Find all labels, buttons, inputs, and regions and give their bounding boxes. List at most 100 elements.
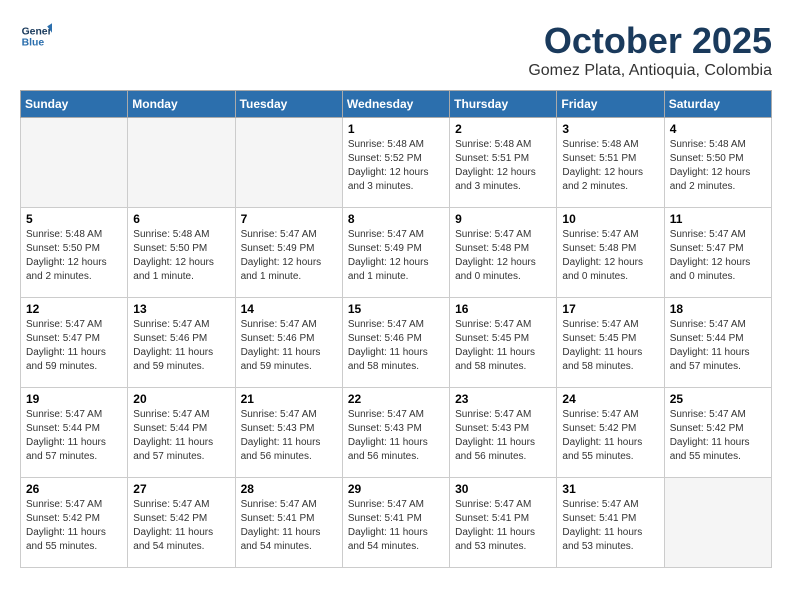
cell-info: Sunrise: 5:47 AM Sunset: 5:42 PM Dayligh…: [670, 408, 766, 464]
calendar-cell: 26 Sunrise: 5:47 AM Sunset: 5:42 PM Dayli…: [21, 478, 128, 568]
calendar-cell: 28 Sunrise: 5:47 AM Sunset: 5:41 PM Dayli…: [235, 478, 342, 568]
calendar-cell: 29Sunrise: 5:47 AM Sunset: 5:41 PM Dayli…: [342, 478, 449, 568]
calendar-cell: 18 Sunrise: 5:47 AM Sunset: 5:44 PM Dayli…: [664, 298, 771, 388]
logo-icon: General Blue: [20, 20, 52, 52]
day-number: 28: [241, 482, 337, 496]
weekday-header-friday: Friday: [557, 91, 664, 118]
calendar-cell: 13 Sunrise: 5:47 AM Sunset: 5:46 PM Dayli…: [128, 298, 235, 388]
cell-info: Sunrise: 5:48 AM Sunset: 5:50 PM Dayligh…: [26, 228, 122, 284]
calendar-cell: 14 Sunrise: 5:47 AM Sunset: 5:46 PM Dayli…: [235, 298, 342, 388]
calendar-cell: 10 Sunrise: 5:47 AM Sunset: 5:48 PM Dayli…: [557, 208, 664, 298]
cell-info: Sunrise: 5:47 AM Sunset: 5:42 PM Dayligh…: [26, 498, 122, 554]
calendar-cell: 20Sunrise: 5:47 AM Sunset: 5:44 PM Dayli…: [128, 388, 235, 478]
calendar-cell: 31 Sunrise: 5:47 AM Sunset: 5:41 PM Dayli…: [557, 478, 664, 568]
calendar-cell: [128, 118, 235, 208]
day-number: 25: [670, 392, 766, 406]
calendar-cell: 22 Sunrise: 5:47 AM Sunset: 5:43 PM Dayli…: [342, 388, 449, 478]
cell-info: Sunrise: 5:47 AM Sunset: 5:47 PM Dayligh…: [26, 318, 122, 374]
day-number: 27: [133, 482, 229, 496]
day-number: 21: [241, 392, 337, 406]
logo: General Blue: [20, 20, 52, 52]
cell-info: Sunrise: 5:47 AM Sunset: 5:44 PM Dayligh…: [26, 408, 122, 464]
calendar-cell: 27 Sunrise: 5:47 AM Sunset: 5:42 PM Dayli…: [128, 478, 235, 568]
day-number: 20: [133, 392, 229, 406]
calendar-cell: 2 Sunrise: 5:48 AM Sunset: 5:51 PM Daylig…: [450, 118, 557, 208]
cell-info: Sunrise: 5:47 AM Sunset: 5:49 PM Dayligh…: [348, 228, 444, 284]
svg-text:General: General: [22, 26, 52, 37]
weekday-header-tuesday: Tuesday: [235, 91, 342, 118]
day-number: 16: [455, 302, 551, 316]
cell-info: Sunrise: 5:48 AM Sunset: 5:51 PM Dayligh…: [562, 138, 658, 194]
month-title: October 2025: [528, 20, 772, 62]
cell-info: Sunrise: 5:47 AM Sunset: 5:48 PM Dayligh…: [455, 228, 551, 284]
day-number: 11: [670, 212, 766, 226]
weekday-header-wednesday: Wednesday: [342, 91, 449, 118]
cell-info: Sunrise: 5:47 AM Sunset: 5:49 PM Dayligh…: [241, 228, 337, 284]
calendar-cell: [21, 118, 128, 208]
day-number: 17: [562, 302, 658, 316]
day-number: 23: [455, 392, 551, 406]
calendar-cell: 19Sunrise: 5:47 AM Sunset: 5:44 PM Dayli…: [21, 388, 128, 478]
weekday-header-thursday: Thursday: [450, 91, 557, 118]
cell-info: Sunrise: 5:47 AM Sunset: 5:46 PM Dayligh…: [348, 318, 444, 374]
day-number: 13: [133, 302, 229, 316]
cell-info: Sunrise: 5:47 AM Sunset: 5:43 PM Dayligh…: [455, 408, 551, 464]
calendar-cell: 4 Sunrise: 5:48 AM Sunset: 5:50 PM Daylig…: [664, 118, 771, 208]
day-number: 18: [670, 302, 766, 316]
cell-info: Sunrise: 5:47 AM Sunset: 5:42 PM Dayligh…: [562, 408, 658, 464]
weekday-header-sunday: Sunday: [21, 91, 128, 118]
title-block: October 2025 Gomez Plata, Antioquia, Col…: [528, 20, 772, 80]
weekday-header-saturday: Saturday: [664, 91, 771, 118]
day-number: 12: [26, 302, 122, 316]
calendar-table: SundayMondayTuesdayWednesdayThursdayFrid…: [20, 90, 772, 568]
day-number: 10: [562, 212, 658, 226]
svg-text:Blue: Blue: [22, 38, 45, 49]
calendar-cell: [235, 118, 342, 208]
day-number: 3: [562, 122, 658, 136]
cell-info: Sunrise: 5:48 AM Sunset: 5:50 PM Dayligh…: [670, 138, 766, 194]
page-header: General Blue October 2025 Gomez Plata, A…: [20, 20, 772, 80]
day-number: 14: [241, 302, 337, 316]
day-number: 31: [562, 482, 658, 496]
day-number: 24: [562, 392, 658, 406]
day-number: 6: [133, 212, 229, 226]
cell-info: Sunrise: 5:47 AM Sunset: 5:45 PM Dayligh…: [455, 318, 551, 374]
cell-info: Sunrise: 5:48 AM Sunset: 5:52 PM Dayligh…: [348, 138, 444, 194]
calendar-cell: 12 Sunrise: 5:47 AM Sunset: 5:47 PM Dayli…: [21, 298, 128, 388]
cell-info: Sunrise: 5:47 AM Sunset: 5:48 PM Dayligh…: [562, 228, 658, 284]
calendar-cell: 25 Sunrise: 5:47 AM Sunset: 5:42 PM Dayli…: [664, 388, 771, 478]
cell-info: Sunrise: 5:47 AM Sunset: 5:42 PM Dayligh…: [133, 498, 229, 554]
cell-info: Sunrise: 5:48 AM Sunset: 5:50 PM Dayligh…: [133, 228, 229, 284]
calendar-cell: 9 Sunrise: 5:47 AM Sunset: 5:48 PM Daylig…: [450, 208, 557, 298]
calendar-cell: 21 Sunrise: 5:47 AM Sunset: 5:43 PM Dayli…: [235, 388, 342, 478]
cell-info: Sunrise: 5:47 AM Sunset: 5:45 PM Dayligh…: [562, 318, 658, 374]
calendar-cell: 5 Sunrise: 5:48 AM Sunset: 5:50 PM Daylig…: [21, 208, 128, 298]
day-number: 26: [26, 482, 122, 496]
day-number: 22: [348, 392, 444, 406]
cell-info: Sunrise: 5:47 AM Sunset: 5:41 PM Dayligh…: [455, 498, 551, 554]
calendar-cell: 1Sunrise: 5:48 AM Sunset: 5:52 PM Daylig…: [342, 118, 449, 208]
day-number: 4: [670, 122, 766, 136]
day-number: 5: [26, 212, 122, 226]
calendar-cell: 23 Sunrise: 5:47 AM Sunset: 5:43 PM Dayli…: [450, 388, 557, 478]
cell-info: Sunrise: 5:47 AM Sunset: 5:44 PM Dayligh…: [670, 318, 766, 374]
cell-info: Sunrise: 5:47 AM Sunset: 5:41 PM Dayligh…: [562, 498, 658, 554]
cell-info: Sunrise: 5:47 AM Sunset: 5:41 PM Dayligh…: [241, 498, 337, 554]
cell-info: Sunrise: 5:48 AM Sunset: 5:51 PM Dayligh…: [455, 138, 551, 194]
calendar-cell: 30Sunrise: 5:47 AM Sunset: 5:41 PM Dayli…: [450, 478, 557, 568]
calendar-cell: 3 Sunrise: 5:48 AM Sunset: 5:51 PM Daylig…: [557, 118, 664, 208]
calendar-cell: 24 Sunrise: 5:47 AM Sunset: 5:42 PM Dayli…: [557, 388, 664, 478]
cell-info: Sunrise: 5:47 AM Sunset: 5:43 PM Dayligh…: [348, 408, 444, 464]
calendar-cell: 8Sunrise: 5:47 AM Sunset: 5:49 PM Daylig…: [342, 208, 449, 298]
cell-info: Sunrise: 5:47 AM Sunset: 5:46 PM Dayligh…: [241, 318, 337, 374]
cell-info: Sunrise: 5:47 AM Sunset: 5:43 PM Dayligh…: [241, 408, 337, 464]
day-number: 2: [455, 122, 551, 136]
calendar-cell: 15 Sunrise: 5:47 AM Sunset: 5:46 PM Dayli…: [342, 298, 449, 388]
location: Gomez Plata, Antioquia, Colombia: [528, 62, 772, 80]
cell-info: Sunrise: 5:47 AM Sunset: 5:46 PM Dayligh…: [133, 318, 229, 374]
day-number: 9: [455, 212, 551, 226]
cell-info: Sunrise: 5:47 AM Sunset: 5:41 PM Dayligh…: [348, 498, 444, 554]
day-number: 15: [348, 302, 444, 316]
calendar-cell: 16 Sunrise: 5:47 AM Sunset: 5:45 PM Dayli…: [450, 298, 557, 388]
calendar-cell: 7Sunrise: 5:47 AM Sunset: 5:49 PM Daylig…: [235, 208, 342, 298]
